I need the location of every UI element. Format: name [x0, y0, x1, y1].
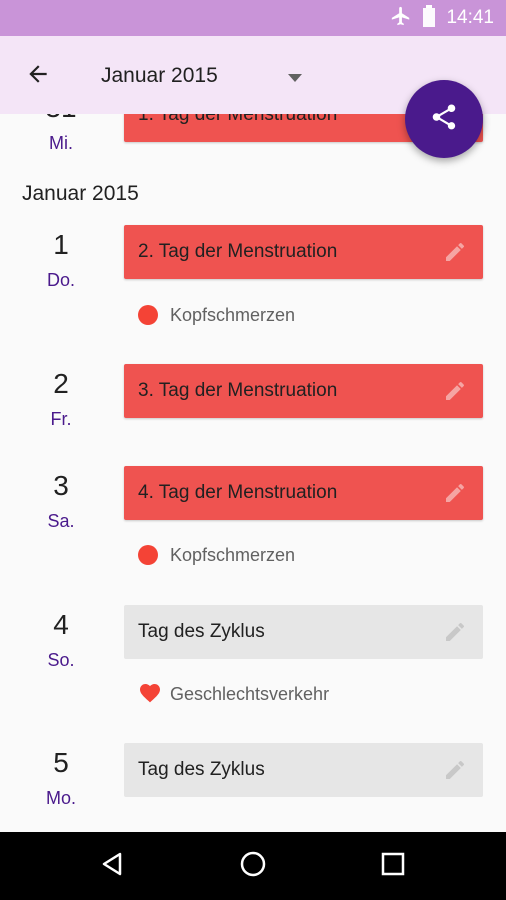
day-number: 1	[53, 229, 69, 260]
nav-back-button[interactable]	[92, 846, 132, 886]
month-selector[interactable]: Januar 2015	[101, 58, 302, 94]
nav-recents-button[interactable]	[373, 846, 413, 886]
weekday-label: Mi.	[49, 133, 73, 153]
status-time: 14:41	[446, 7, 494, 28]
back-button[interactable]	[18, 58, 58, 94]
month-selector-label: Januar 2015	[101, 64, 218, 87]
symptom-text: Kopfschmerzen	[170, 544, 296, 565]
symptom-item: Geschlechtsverkehr	[138, 682, 329, 706]
weekday-label: Fr.	[50, 409, 72, 429]
card-text: 4. Tag der Menstruation	[138, 482, 338, 503]
day-number: 2	[53, 368, 69, 399]
period-day-card[interactable]: 4. Tag der Menstruation	[124, 466, 483, 520]
symptom-text: Geschlechtsverkehr	[170, 683, 330, 704]
cycle-day-card[interactable]: Tag des Zyklus	[124, 605, 483, 659]
card-text: Tag des Zyklus	[138, 759, 265, 780]
airplane-mode-icon	[390, 5, 412, 32]
caret-down-icon	[287, 70, 303, 88]
weekday-label: Sa.	[47, 511, 75, 531]
arrow-back-icon	[25, 61, 51, 92]
back-triangle-icon	[99, 851, 125, 882]
cycle-day-card[interactable]: Tag des Zyklus	[124, 743, 483, 797]
status-icons: 14:41	[390, 0, 494, 36]
card-text: Tag des Zyklus	[138, 621, 265, 642]
heart-icon	[138, 681, 162, 708]
day-number: 31	[21, 114, 101, 124]
weekday-label: Mo.	[45, 788, 76, 808]
share-icon	[429, 102, 459, 137]
symptom-dot-icon	[138, 545, 158, 565]
card-text: 1. Tag der Menstruation	[138, 114, 338, 125]
symptom-item: Kopfschmerzen	[138, 303, 295, 327]
symptom-text: Kopfschmerzen	[170, 304, 296, 325]
edit-pencil-icon[interactable]	[443, 379, 467, 403]
month-section-header: Januar 2015	[22, 182, 139, 205]
edit-pencil-icon[interactable]	[443, 240, 467, 264]
recents-square-icon	[381, 852, 405, 881]
card-text: 2. Tag der Menstruation	[138, 241, 338, 262]
edit-pencil-icon[interactable]	[443, 758, 467, 782]
card-text: 3. Tag der Menstruation	[138, 380, 338, 401]
system-nav-bar	[0, 832, 506, 900]
cycle-list[interactable]: 31 Mi. 1. Tag der Menstruation Januar 20…	[0, 114, 506, 832]
nav-home-button[interactable]	[233, 846, 273, 886]
status-bar: 14:41	[0, 0, 506, 36]
day-number: 4	[53, 609, 69, 640]
weekday-label: Do.	[46, 270, 75, 290]
day-number: 3	[53, 470, 69, 501]
period-day-card[interactable]: 2. Tag der Menstruation	[124, 225, 483, 279]
battery-icon	[422, 4, 436, 32]
edit-pencil-icon[interactable]	[443, 481, 467, 505]
period-day-card[interactable]: 3. Tag der Menstruation	[124, 364, 483, 418]
symptom-item: Kopfschmerzen	[138, 543, 295, 567]
share-fab[interactable]	[405, 80, 483, 158]
home-circle-icon	[239, 850, 267, 883]
day-number: 5	[53, 747, 69, 778]
weekday-label: So.	[47, 650, 75, 670]
edit-pencil-icon[interactable]	[443, 620, 467, 644]
symptom-dot-icon	[138, 305, 158, 325]
